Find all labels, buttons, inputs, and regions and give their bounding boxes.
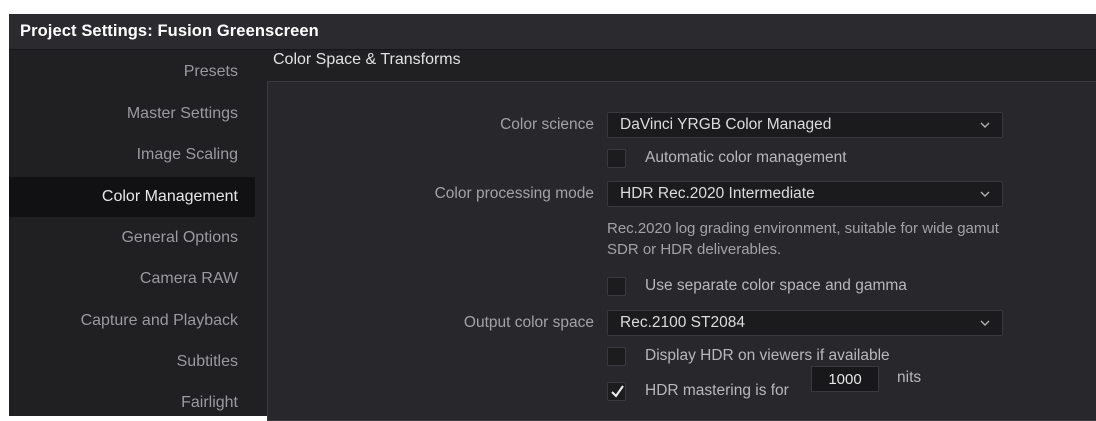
sidebar-item-capture-and-playback[interactable]: Capture and Playback [9,301,255,341]
hdr-mastering-nits-input[interactable] [811,366,879,392]
chevron-down-icon [980,122,990,128]
auto-color-management-checkbox[interactable] [607,149,626,168]
sidebar-item-fairlight[interactable]: Fairlight [9,383,255,416]
color-science-label: Color science [500,116,594,133]
output-color-space-label: Output color space [463,314,594,331]
sidebar-item-master-settings[interactable]: Master Settings [9,94,255,134]
sidebar-item-color-management[interactable]: Color Management [9,177,255,217]
color-processing-mode-value: HDR Rec.2020 Intermediate [620,185,815,202]
chevron-down-icon [980,320,990,326]
hdr-mastering-label: HDR mastering is for [645,382,789,399]
output-color-space-dropdown[interactable]: Rec.2100 ST2084 [607,310,1003,336]
sidebar-item-general-options[interactable]: General Options [9,218,255,258]
sidebar-item-camera-raw[interactable]: Camera RAW [9,259,255,299]
settings-sidebar: Presets Master Settings Image Scaling Co… [9,50,255,416]
auto-color-management-label: Automatic color management [645,149,847,166]
chevron-down-icon [980,191,990,197]
sidebar-item-image-scaling[interactable]: Image Scaling [9,135,255,175]
display-hdr-label: Display HDR on viewers if available [645,347,890,364]
display-hdr-checkbox[interactable] [607,347,626,366]
sidebar-item-presets[interactable]: Presets [9,52,255,92]
nits-unit-label: nits [897,369,922,386]
separate-color-space-checkbox[interactable] [607,277,626,296]
window-title: Project Settings: Fusion Greenscreen [20,22,319,40]
title-bar: Project Settings: Fusion Greenscreen [9,14,1096,50]
color-processing-description: Rec.2020 log grading environment, suitab… [607,220,999,258]
color-science-value: DaVinci YRGB Color Managed [620,116,832,133]
color-processing-mode-dropdown[interactable]: HDR Rec.2020 Intermediate [607,181,1003,207]
hdr-mastering-checkbox[interactable] [607,382,626,401]
checkmark-icon [611,385,624,398]
color-processing-mode-label: Color processing mode [434,185,594,202]
color-science-dropdown[interactable]: DaVinci YRGB Color Managed [607,112,1003,138]
section-title: Color Space & Transforms [273,51,461,68]
output-color-space-value: Rec.2100 ST2084 [620,314,745,331]
separate-color-space-label: Use separate color space and gamma [645,277,907,294]
sidebar-item-subtitles[interactable]: Subtitles [9,342,255,382]
